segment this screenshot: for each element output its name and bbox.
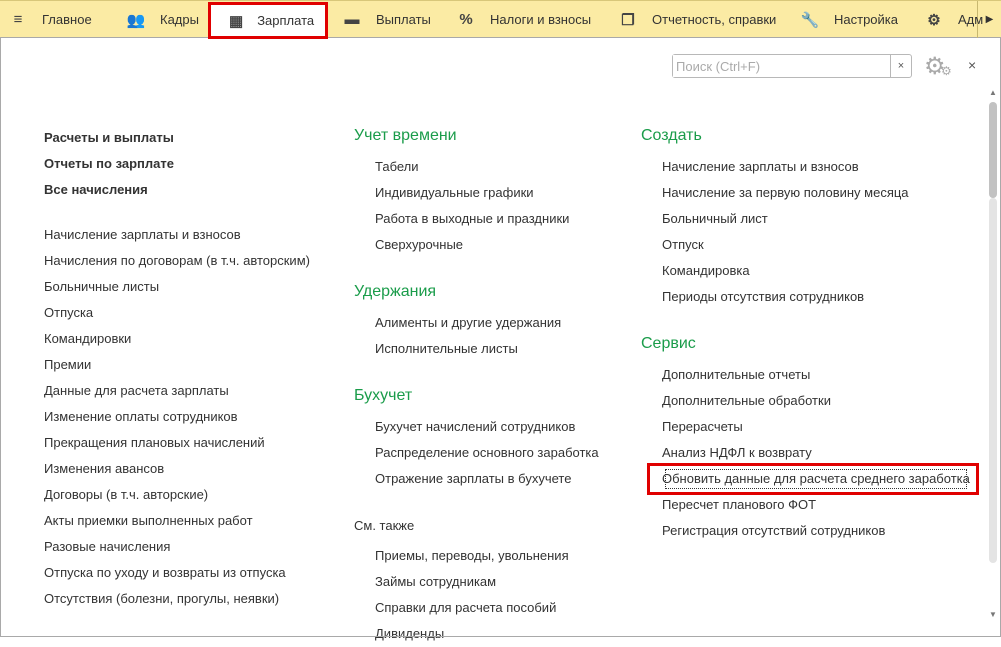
tab-label: Зарплата: [257, 13, 315, 28]
list-item[interactable]: Отражение зарплаты в бухучете: [375, 466, 599, 492]
tab-0[interactable]: ≡ Главное: [8, 1, 92, 38]
section-heading: Бухучет: [354, 387, 413, 404]
list-item[interactable]: Отпуска: [44, 300, 310, 326]
scrollbar-thumb[interactable]: [989, 102, 997, 198]
section-items: Дополнительные отчеты Дополнительные обра…: [641, 362, 970, 544]
list-item[interactable]: Прекращения плановых начислений: [44, 430, 310, 456]
tab-label: Отчетность, справки: [652, 12, 777, 27]
section-items: Бухучет начислений сотрудников Распределе…: [354, 414, 599, 492]
tab-label: Настройка: [834, 12, 898, 27]
list-item[interactable]: Изменения авансов: [44, 456, 310, 482]
update-average-earnings-link[interactable]: Обновить данные для расчета среднего зар…: [662, 466, 970, 492]
list-item[interactable]: Регистрация отсутствий сотрудников: [662, 518, 970, 544]
list-item[interactable]: Больничные листы: [44, 274, 310, 300]
column-create-service: Создать Начисление зарплаты и взносов Начи…: [641, 123, 970, 544]
list-item[interactable]: Данные для расчета зарплаты: [44, 378, 310, 404]
menu-icon: ≡: [13, 11, 23, 28]
tab-5[interactable]: ❐ Отчетность, справки: [618, 1, 776, 38]
settings-small-gear-icon: ⚙: [941, 64, 952, 78]
list-item[interactable]: Изменение оплаты сотрудников: [44, 404, 310, 430]
list-item[interactable]: Справки для расчета пособий: [375, 595, 599, 621]
list-item[interactable]: Индивидуальные графики: [375, 180, 599, 206]
list-item[interactable]: Перерасчеты: [662, 414, 970, 440]
list-item[interactable]: Отпуска по уходу и возвраты из отпуска: [44, 560, 310, 586]
list-item[interactable]: Начисление зарплаты и взносов: [44, 222, 310, 248]
calculator-icon: ▦: [229, 12, 244, 30]
section-heading: Учет времени: [354, 127, 457, 144]
list-item[interactable]: Начисление зарплаты и взносов: [662, 154, 970, 180]
close-icon[interactable]: ×: [968, 57, 976, 73]
card-icon: ▬: [344, 11, 360, 28]
list-item[interactable]: Начисление за первую половину месяца: [662, 180, 970, 206]
tab-3[interactable]: ▬ Выплаты: [342, 1, 431, 38]
scrollbar-track[interactable]: [989, 198, 997, 563]
list-item[interactable]: Сверхурочные: [375, 232, 599, 258]
list-item[interactable]: Премии: [44, 352, 310, 378]
list-item[interactable]: Пересчет планового ФОТ: [662, 492, 970, 518]
section-heading: Создать: [641, 127, 702, 144]
section-heading: Удержания: [354, 283, 437, 300]
documents-icon: ❐: [621, 11, 635, 29]
clear-search-icon[interactable]: ×: [890, 55, 911, 77]
list-item[interactable]: Дополнительные обработки: [662, 388, 970, 414]
list-item[interactable]: Анализ НДФЛ к возврату: [662, 440, 970, 466]
list-item[interactable]: Периоды отсутствия сотрудников: [662, 284, 970, 310]
search-input[interactable]: [673, 55, 890, 77]
users-icon: 👥: [126, 11, 146, 29]
list-item[interactable]: Займы сотрудникам: [375, 569, 599, 595]
search-box: ×: [672, 54, 912, 78]
section-heading: См. также: [354, 518, 415, 533]
tab-label: Кадры: [160, 12, 199, 27]
column-main-links: Расчеты и выплаты Отчеты по зарплате Все н…: [44, 125, 310, 612]
tab-label: Адм: [958, 12, 984, 27]
section-items: Приемы, переводы, увольнения Займы сотруд…: [354, 543, 599, 647]
wrench-icon: 🔧: [800, 11, 820, 29]
list-item[interactable]: Дополнительные отчеты: [662, 362, 970, 388]
tab-4[interactable]: % Налоги и взносы: [456, 1, 591, 38]
tab-label: Главное: [42, 12, 92, 27]
main-link[interactable]: Все начисления: [44, 177, 310, 203]
list-item[interactable]: Начисления по договорам (в т.ч. авторски…: [44, 248, 310, 274]
section-heading: Сервис: [641, 335, 696, 352]
list-item[interactable]: Табели: [375, 154, 599, 180]
list-item[interactable]: Работа в выходные и праздники: [375, 206, 599, 232]
list-item[interactable]: Договоры (в т.ч. авторские): [44, 482, 310, 508]
tab-1[interactable]: 👥 Кадры: [126, 1, 199, 38]
tab-6[interactable]: 🔧 Настройка: [800, 1, 898, 38]
section-panel: ▶ ≡ Главное 👥 Кадры ▦ Зарплата ▬ Выплаты% Налоги…: [0, 0, 1001, 39]
list-item[interactable]: Разовые начисления: [44, 534, 310, 560]
percent-icon: %: [459, 11, 473, 28]
main-link[interactable]: Отчеты по зарплате: [44, 151, 310, 177]
list-item[interactable]: Командировки: [44, 326, 310, 352]
tab-label: Налоги и взносы: [490, 12, 592, 27]
list-item[interactable]: Дивиденды: [375, 621, 599, 647]
list-item[interactable]: Исполнительные листы: [375, 336, 599, 362]
main-link[interactable]: Расчеты и выплаты: [44, 125, 310, 151]
list-item[interactable]: Больничный лист: [662, 206, 970, 232]
vertical-scrollbar[interactable]: ▲ ▼: [987, 88, 999, 637]
list-item[interactable]: Распределение основного заработка: [375, 440, 599, 466]
list-item[interactable]: Бухучет начислений сотрудников: [375, 414, 599, 440]
scroll-down-icon[interactable]: ▼: [987, 610, 999, 619]
list-item[interactable]: Командировка: [662, 258, 970, 284]
list-item[interactable]: Отпуск: [662, 232, 970, 258]
scroll-up-icon[interactable]: ▲: [987, 88, 999, 102]
list-item[interactable]: Акты приемки выполненных работ: [44, 508, 310, 534]
list-item[interactable]: Отсутствия (болезни, прогулы, неявки): [44, 586, 310, 612]
section-items: Алименты и другие удержания Исполнительны…: [354, 310, 599, 362]
tab-label: Выплаты: [376, 12, 431, 27]
section-items: Начисление зарплаты и взносов Начисление …: [641, 154, 970, 310]
gear-icon: ⚙: [927, 11, 941, 29]
tab-7[interactable]: ⚙ Адм: [924, 1, 983, 38]
list-item[interactable]: Приемы, переводы, увольнения: [375, 543, 599, 569]
column-sections: Учет времени Табели Индивидуальные графики…: [354, 123, 599, 647]
list-item[interactable]: Алименты и другие удержания: [375, 310, 599, 336]
tab-2[interactable]: ▦ Зарплата: [208, 2, 328, 39]
section-items: Табели Индивидуальные графики Работа в вых…: [354, 154, 599, 258]
